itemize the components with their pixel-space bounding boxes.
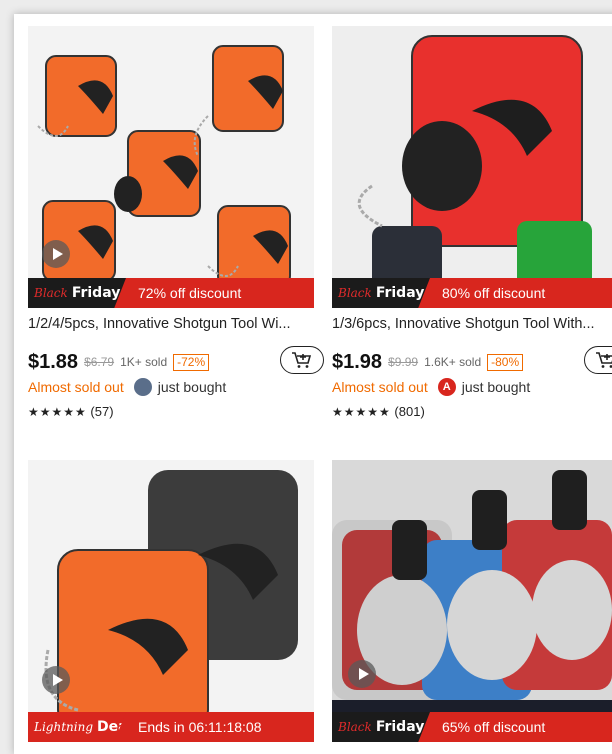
black-friday-badge: Black Friday [28,278,126,308]
rating: ★★★★★ (57) [28,404,114,419]
original-price: $6.79 [84,355,115,369]
add-to-cart-button[interactable] [584,346,612,374]
product-title[interactable]: 1/2/4/5pcs, Innovative Shotgun Tool Wi..… [28,316,314,332]
activity-text: just bought [461,379,531,395]
promo-banner: Black Friday 80% off discount [332,278,612,308]
activity-text: just bought [157,379,227,395]
black-friday-badge: Black Friday [332,712,430,742]
play-video-icon[interactable] [42,666,70,694]
buyer-avatar [133,378,152,396]
price: $1.88 [28,350,79,373]
buyer-avatar: A [437,378,456,396]
rating-count: (57) [90,404,114,419]
add-to-cart-button[interactable] [280,346,324,374]
star-icon: ★★★★★ [28,405,87,419]
discount-badge: -80% [487,353,524,371]
badge-script: Lightning [34,720,94,734]
star-icon: ★★★★★ [332,405,391,419]
badge-script: Black [338,720,372,734]
stock-row: Almost sold out A just bought [332,378,530,396]
price: $1.98 [332,350,383,373]
product-image[interactable] [28,26,314,308]
product-grid: Black Friday 72% off discount 1/2/4/5pcs… [14,14,612,754]
discount-badge: -72% [173,353,210,371]
promo-banner: Lightning Deal Ends in 06:11:18:08 [28,712,314,742]
discount-label: 72% off discount [138,285,242,301]
play-video-icon[interactable] [348,660,376,688]
stock-status: Almost sold out [28,379,124,395]
badge-text: Friday [375,285,425,301]
badge-script: Black [338,286,372,300]
promo-banner: Black Friday 65% off discount [332,712,612,742]
product-image[interactable] [28,460,314,732]
product-title[interactable]: 1/3/6pcs, Innovative Shotgun Tool With..… [332,316,612,332]
badge-text: Friday [71,285,121,301]
stock-row: Almost sold out just bought [28,378,226,396]
sold-count: 1.6K+ sold [424,355,482,369]
sold-count: 1K+ sold [120,355,168,369]
rating-count: (801) [394,404,425,419]
stock-status: Almost sold out [332,379,428,395]
black-friday-badge: Black Friday [332,278,430,308]
lightning-deal-badge: Lightning Deal [28,712,126,742]
play-video-icon[interactable] [42,240,70,268]
price-row: $1.98 $9.99 1.6K+ sold -80% [332,346,612,376]
promo-banner: Black Friday 72% off discount [28,278,314,308]
product-image[interactable] [332,26,612,308]
original-price: $9.99 [388,355,419,369]
cart-icon [596,352,612,368]
price-row: $1.88 $6.79 1K+ sold -72% [28,346,324,376]
discount-label: 80% off discount [442,285,546,301]
rating: ★★★★★ (801) [332,404,425,419]
badge-script: Black [34,286,68,300]
cart-icon [292,352,312,368]
product-image[interactable] [332,460,612,732]
